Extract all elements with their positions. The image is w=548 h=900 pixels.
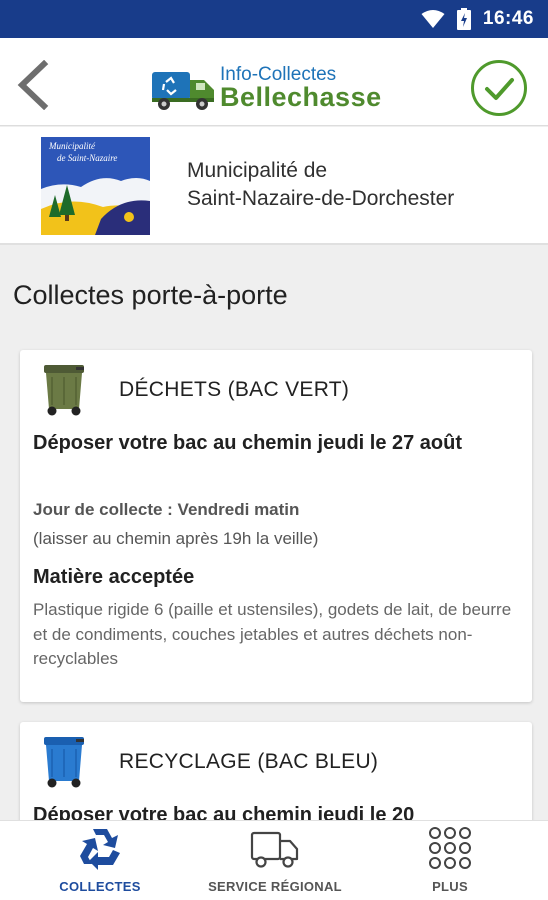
grid-icon: [429, 827, 471, 869]
app-bar: Info-Collectes Bellechasse: [0, 38, 548, 126]
blue-bin-icon: [44, 737, 84, 788]
municipality-logo: Municipalité de Saint-Nazaire: [41, 137, 150, 235]
municipality-name: Municipalité de Saint-Nazaire-de-Dorches…: [187, 157, 454, 213]
nav-service-label: SERVICE RÉGIONAL: [208, 879, 342, 894]
green-bin-icon: [44, 365, 84, 416]
truck-icon: [250, 831, 299, 868]
municipality-name-line2: Saint-Nazaire-de-Dorchester: [187, 187, 455, 210]
nav-plus[interactable]: PLUS: [400, 821, 500, 900]
card-title: RECYCLAGE (BAC BLEU): [119, 750, 379, 773]
nav-plus-label: PLUS: [432, 879, 468, 894]
page-title: Collectes porte-à-porte: [13, 280, 288, 310]
check-circle-icon[interactable]: [470, 59, 528, 117]
deposit-instruction: Déposer votre bac au chemin jeudi le 27 …: [33, 432, 463, 454]
status-time: 16:46: [482, 8, 534, 29]
accepted-material-text: Plastique rigide 6 (paille et ustensiles…: [33, 600, 512, 668]
nav-collectes-label: COLLECTES: [59, 879, 141, 894]
back-arrow-icon[interactable]: [14, 60, 54, 110]
recycling-truck-icon: [152, 72, 214, 110]
bottom-navigation: COLLECTES SERVICE RÉGIONAL PLUS: [0, 820, 548, 900]
card-title: DÉCHETS (BAC VERT): [119, 378, 350, 401]
recycle-icon: [80, 829, 120, 870]
municipality-logo-line1: Municipalité: [48, 141, 96, 151]
accepted-material-title: Matière acceptée: [33, 566, 195, 588]
app-logo: Info-Collectes Bellechasse: [150, 62, 410, 112]
nav-service-regional[interactable]: SERVICE RÉGIONAL: [195, 821, 355, 900]
battery-icon: [456, 8, 471, 30]
collection-day: Jour de collecte : Vendredi matin: [33, 500, 300, 519]
collection-card-dechets[interactable]: DÉCHETS (BAC VERT) Déposer votre bac au …: [20, 350, 532, 702]
collection-note: (laisser au chemin après 19h la veille): [33, 529, 319, 548]
municipality-header: Municipalité de Saint-Nazaire Municipali…: [0, 127, 548, 245]
status-bar: 16:46: [0, 0, 548, 38]
logo-title-line2: Bellechasse: [220, 82, 382, 112]
municipality-name-line1: Municipalité de: [187, 159, 328, 182]
municipality-logo-line2: de Saint-Nazaire: [57, 153, 117, 163]
wifi-icon: [421, 10, 445, 28]
nav-collectes[interactable]: COLLECTES: [40, 821, 160, 900]
